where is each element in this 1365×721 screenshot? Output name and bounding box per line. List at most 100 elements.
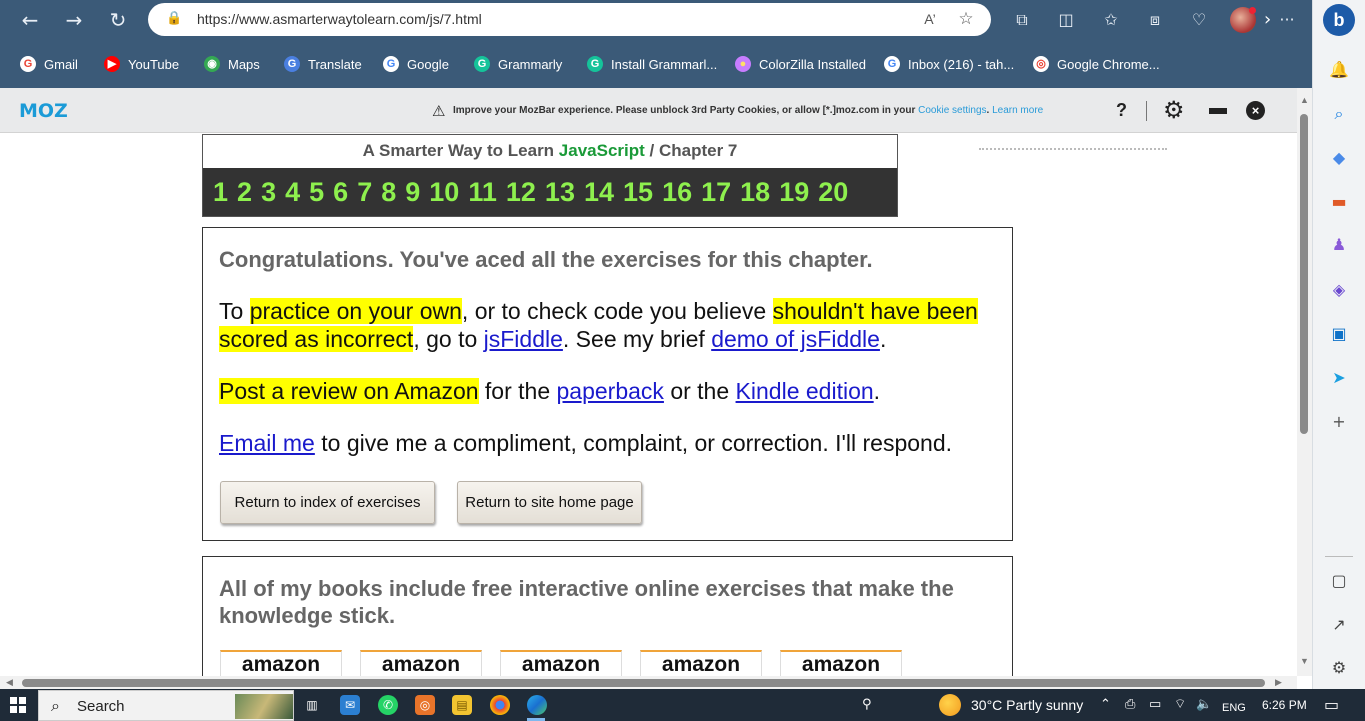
- chapter-link[interactable]: 17: [701, 168, 731, 216]
- bookmark-item[interactable]: G Translate: [284, 54, 362, 74]
- minimize-bar-icon[interactable]: [1209, 108, 1227, 114]
- bookmark-item[interactable]: ◎ Google Chrome...: [1033, 54, 1160, 74]
- chapter-link[interactable]: 6: [333, 168, 348, 216]
- bookmark-item[interactable]: G Install Grammarl...: [587, 54, 717, 74]
- bookmark-item[interactable]: G Gmail: [20, 54, 78, 74]
- office-icon[interactable]: ◈: [1327, 278, 1351, 302]
- chapter-link[interactable]: 7: [357, 168, 372, 216]
- search-icon[interactable]: ⌕: [1327, 102, 1351, 126]
- bell-icon[interactable]: 🔔: [1327, 58, 1351, 82]
- favorites-icon[interactable]: ✩: [1098, 7, 1124, 33]
- file-explorer-icon[interactable]: ▤: [452, 695, 472, 715]
- learn-more-link[interactable]: Learn more: [992, 105, 1043, 116]
- language-indicator[interactable]: ENG: [1222, 699, 1246, 717]
- help-icon[interactable]: ?: [1116, 100, 1127, 121]
- kindle-edition-link[interactable]: Kindle edition: [736, 378, 874, 404]
- taskbar-search-box[interactable]: ⌕ Search: [38, 690, 294, 721]
- chapter-link[interactable]: 11: [468, 168, 497, 216]
- gear-icon[interactable]: ⚙: [1163, 96, 1185, 124]
- device-icon[interactable]: ⎙: [1125, 696, 1135, 714]
- chapter-link[interactable]: 2: [237, 168, 252, 216]
- chapter-link[interactable]: 12: [506, 168, 536, 216]
- open-external-icon[interactable]: ↗: [1327, 613, 1351, 637]
- chapter-link[interactable]: 9: [405, 168, 420, 216]
- read-aloud-icon[interactable]: A’: [919, 9, 941, 29]
- clock[interactable]: 6:26 PM: [1262, 698, 1307, 712]
- windows-start-icon[interactable]: [10, 697, 26, 713]
- chapter-link[interactable]: 10: [429, 168, 459, 216]
- tray-chevron-icon[interactable]: ⌃: [1100, 696, 1111, 714]
- forward-icon[interactable]: →: [60, 6, 88, 34]
- wifi-icon[interactable]: ⌔: [1174, 696, 1186, 714]
- bookmark-item[interactable]: G Grammarly: [474, 54, 562, 74]
- chapter-link[interactable]: 15: [623, 168, 653, 216]
- chapter-link[interactable]: 20: [818, 168, 848, 216]
- address-bar[interactable]: 🔒 https://www.asmarterwaytolearn.com/js/…: [148, 3, 991, 36]
- more-menu-icon[interactable]: ···: [1274, 7, 1300, 33]
- scroll-down-arrow-icon[interactable]: ▼: [1300, 656, 1309, 666]
- chapter-link[interactable]: 13: [545, 168, 575, 216]
- bookmark-item[interactable]: G Inbox (216) - tah...: [884, 54, 1014, 74]
- jsfiddle-link[interactable]: jsFiddle: [484, 326, 563, 352]
- vertical-scroll-thumb[interactable]: [1300, 114, 1308, 434]
- chapter-link[interactable]: 18: [740, 168, 770, 216]
- cookie-settings-link[interactable]: Cookie settings: [918, 105, 986, 116]
- horizontal-scrollbar[interactable]: ◀ ▶: [0, 676, 1297, 689]
- email-me-link[interactable]: Email me: [219, 430, 315, 456]
- chapter-link[interactable]: 19: [779, 168, 809, 216]
- whatsapp-icon[interactable]: ✆: [378, 695, 398, 715]
- url-text[interactable]: https://www.asmarterwaytolearn.com/js/7.…: [197, 11, 482, 28]
- refresh-icon[interactable]: ↻: [104, 6, 132, 34]
- volume-icon[interactable]: 🔈: [1196, 696, 1212, 714]
- close-icon[interactable]: ×: [1246, 101, 1265, 120]
- moz-logo[interactable]: MOZ: [19, 100, 68, 122]
- settings-icon[interactable]: ⚙: [1327, 656, 1351, 680]
- chapter-link[interactable]: 1: [213, 168, 228, 216]
- weather-icon[interactable]: [939, 694, 961, 716]
- add-favorite-icon[interactable]: ☆: [955, 8, 977, 30]
- bookmarks-overflow-icon[interactable]: ›: [1264, 10, 1271, 30]
- add-icon[interactable]: +: [1327, 410, 1351, 434]
- send-icon[interactable]: ➤: [1327, 366, 1351, 390]
- extensions-icon[interactable]: ⧉: [1009, 7, 1035, 33]
- collections-icon[interactable]: ⧈: [1142, 7, 1168, 33]
- split-screen-icon[interactable]: ▢: [1327, 569, 1351, 593]
- chrome-icon[interactable]: [490, 695, 510, 715]
- scroll-up-arrow-icon[interactable]: ▲: [1300, 95, 1309, 105]
- people-tray-icon[interactable]: ⚲: [862, 696, 872, 714]
- back-icon[interactable]: ←: [16, 6, 44, 34]
- tag-icon[interactable]: ◆: [1327, 146, 1351, 170]
- chapter-link[interactable]: 14: [584, 168, 614, 216]
- jsfiddle-demo-link[interactable]: demo of jsFiddle: [711, 326, 880, 352]
- mail-icon[interactable]: ✉: [340, 695, 360, 715]
- app-icon[interactable]: ◎: [415, 695, 435, 715]
- lock-icon[interactable]: 🔒: [166, 11, 182, 27]
- horizontal-scroll-thumb[interactable]: [22, 679, 1265, 687]
- bookmark-item[interactable]: ● ColorZilla Installed: [735, 54, 866, 74]
- paperback-link[interactable]: paperback: [557, 378, 664, 404]
- people-icon[interactable]: ♟: [1327, 233, 1351, 257]
- scroll-left-arrow-icon[interactable]: ◀: [6, 677, 13, 688]
- bing-copilot-button[interactable]: b: [1323, 4, 1355, 36]
- split-screen-icon[interactable]: ◫: [1053, 7, 1079, 33]
- toolbox-icon[interactable]: ▬: [1327, 190, 1351, 214]
- weather-text[interactable]: 30°C Partly sunny: [971, 697, 1083, 713]
- chapter-link[interactable]: 3: [261, 168, 276, 216]
- chapter-link[interactable]: 8: [381, 168, 396, 216]
- battery-icon[interactable]: ▭: [1149, 696, 1161, 714]
- performance-icon[interactable]: ♡: [1186, 7, 1212, 33]
- chapter-link[interactable]: 16: [662, 168, 692, 216]
- bookmark-item[interactable]: ▶ YouTube: [104, 54, 179, 74]
- bookmark-item[interactable]: G Google: [383, 54, 449, 74]
- vertical-scrollbar[interactable]: ▲ ▼: [1297, 88, 1312, 676]
- notification-center-icon[interactable]: ▭: [1324, 695, 1339, 714]
- scroll-right-arrow-icon[interactable]: ▶: [1275, 677, 1282, 688]
- bookmark-item[interactable]: ◉ Maps: [204, 54, 260, 74]
- outlook-icon[interactable]: ▣: [1327, 322, 1351, 346]
- edge-icon[interactable]: [527, 695, 547, 715]
- chapter-link[interactable]: 4: [285, 168, 300, 216]
- return-to-home-button[interactable]: Return to site home page: [457, 481, 642, 524]
- chapter-link[interactable]: 5: [309, 168, 324, 216]
- return-to-index-button[interactable]: Return to index of exercises: [220, 481, 435, 524]
- task-view-icon[interactable]: ▥: [302, 695, 322, 715]
